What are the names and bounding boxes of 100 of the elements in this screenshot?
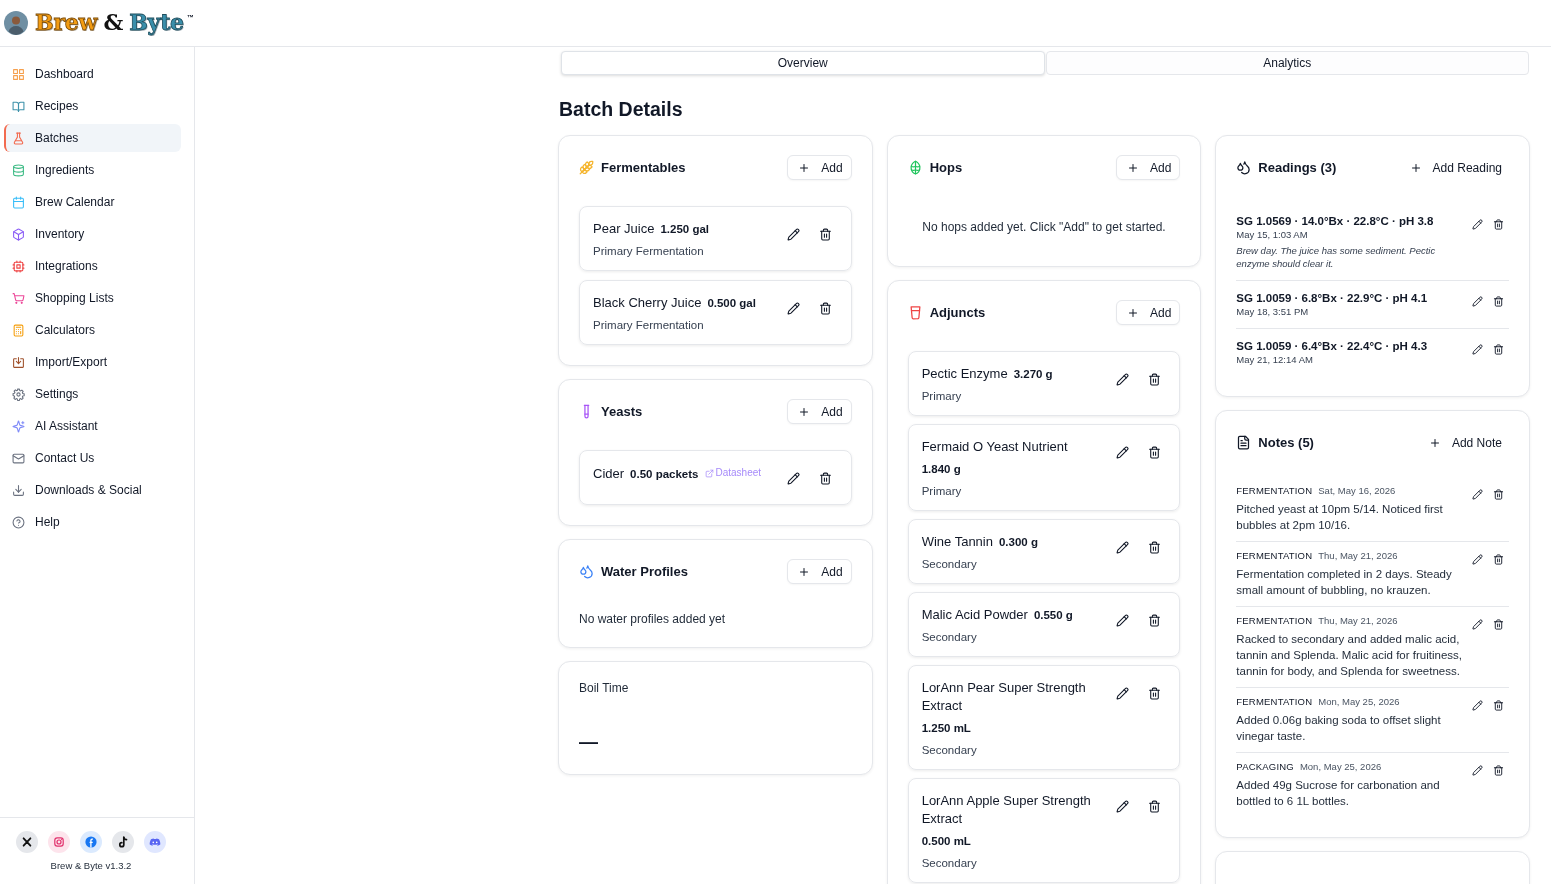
music-note-icon[interactable] (112, 831, 134, 853)
pencil-icon (1115, 686, 1129, 700)
box-icon (12, 227, 25, 241)
brand-logo: Brew & Byte$^{™}$ (35, 8, 194, 37)
envelope-icon (12, 451, 25, 465)
section-title: Fermentables (601, 160, 686, 175)
note-category: PACKAGING (1236, 760, 1294, 774)
section-title: Adjuncts (929, 305, 986, 320)
sidebar-item[interactable]: Batches (4, 124, 181, 152)
reading-time: May 21, 12:14 AM (1236, 354, 1313, 366)
section-title: Yeasts (601, 404, 643, 419)
pencil-icon (1115, 613, 1129, 627)
section-title: Water Profiles (601, 564, 688, 579)
sparkle-icon (12, 419, 25, 433)
pencil-icon (1115, 540, 1129, 554)
ingredient-stage: Secondary (921, 630, 977, 644)
reading-values: SG 1.0059 · 6.4°Bx · 22.4°C · pH 4.3 (1236, 339, 1428, 353)
ingredient-amount: 1.840 g (921, 462, 961, 477)
pencil-icon (1472, 553, 1484, 565)
add-reading-button[interactable]: Add Reading (1402, 155, 1509, 180)
sidebar-item[interactable]: Contact Us (4, 444, 181, 472)
pencil-icon (1472, 488, 1484, 500)
add-button[interactable]: Add (1115, 300, 1181, 325)
droplets-icon (1236, 160, 1252, 175)
pencil-icon (1472, 295, 1484, 307)
plus-icon (798, 565, 811, 578)
ingredient-stage: Secondary (921, 856, 977, 870)
camera-icon[interactable] (48, 831, 70, 853)
note-date: Mon, May 25, 2026 (1318, 695, 1400, 709)
empty-message: No water profiles added yet (579, 611, 726, 627)
note-text: Fermentation completed in 2 days. Steady small amount of bubbling, no krauzen. (1236, 567, 1453, 598)
ingredient-amount: 3.270 g (1013, 367, 1053, 382)
note-date: Sat, May 16, 2026 (1318, 484, 1396, 498)
note-category: FERMENTATION (1236, 484, 1313, 498)
note-date: Thu, May 21, 2026 (1318, 614, 1398, 628)
ingredient-amount: 0.550 g (1033, 608, 1073, 623)
wheat-icon (579, 160, 594, 175)
sidebar-item[interactable]: AI Assistant (4, 412, 181, 440)
pencil-icon (787, 227, 801, 241)
trash-icon (1493, 488, 1505, 500)
ingredient-name: Pear Juice (593, 220, 655, 238)
sidebar-item[interactable]: Integrations (4, 252, 181, 280)
pencil-icon (1472, 764, 1484, 776)
sidebar-item[interactable]: Calculators (4, 316, 181, 344)
note-text: Racked to secondary and added malic acid, tannin and Splenda. Malic acid for fruitiness, tannin for body, and Splenda for sweetness. (1236, 632, 1463, 679)
cart-icon (12, 291, 25, 305)
sidebar-item[interactable]: Ingredients (4, 156, 181, 184)
sidebar-item[interactable]: Shopping Lists (4, 284, 181, 312)
database-icon (12, 163, 25, 177)
note-text: Pitched yeast at 10pm 5/14. Noticed first bubbles at 2pm 10/16. (1236, 502, 1444, 533)
trash-icon (1493, 618, 1505, 630)
note-text: Added 0.06g baking soda to offset slight vinegar taste. (1236, 713, 1442, 744)
trash-icon (1493, 553, 1505, 565)
gear-icon (12, 387, 25, 401)
ingredient-name: Cider (593, 464, 625, 483)
trash-icon (1493, 764, 1505, 776)
tab[interactable]: Overview (561, 51, 1045, 75)
ingredient-name: Fermaid O Yeast Nutrient (921, 438, 1068, 456)
reading-note: Brew day. The juice has some sediment. Pectic enzyme should clear it. (1236, 244, 1437, 270)
add-button[interactable]: Add (787, 399, 852, 424)
trash-icon (819, 301, 833, 315)
ingredient-stage: Secondary (921, 743, 977, 757)
ingredient-name: LorAnn Apple Super Strength Extract (921, 792, 1092, 828)
boil-time-label: Boil Time (579, 681, 629, 695)
pencil-icon (787, 471, 801, 485)
open-book-icon (12, 99, 25, 113)
ingredient-name: Pectic Enzyme (921, 365, 1008, 383)
ingredient-amount: 0.500 gal (707, 296, 756, 311)
reading-values: SG 1.0059 · 6.8°Bx · 22.9°C · pH 4.1 (1236, 291, 1428, 305)
letter-x-icon[interactable] (16, 831, 38, 853)
pencil-icon (1472, 343, 1484, 355)
trash-icon (1147, 445, 1161, 459)
trash-icon (1493, 699, 1505, 711)
ingredient-name: Malic Acid Powder (921, 606, 1028, 624)
note-category: FERMENTATION (1236, 614, 1313, 628)
add-note-button[interactable]: Add Note (1421, 430, 1509, 455)
ingredient-amount: 1.250 mL (921, 721, 971, 736)
sidebar-item[interactable]: Inventory (4, 220, 181, 248)
external-link-icon (704, 468, 714, 478)
f-circle-icon[interactable] (80, 831, 102, 853)
grid-icon (12, 67, 25, 81)
sidebar-item[interactable]: Brew Calendar (4, 188, 181, 216)
sidebar-item[interactable]: Dashboard (4, 60, 181, 88)
ingredient-name: LorAnn Pear Super Strength Extract (921, 679, 1087, 715)
sidebar-item[interactable]: Downloads & Social (4, 476, 181, 504)
tab[interactable]: Analytics (1045, 51, 1529, 75)
add-button[interactable]: Add (787, 155, 852, 180)
add-button[interactable]: Add (1115, 155, 1181, 180)
reading-time: May 18, 3:51 PM (1236, 306, 1309, 318)
game-controller-icon[interactable] (144, 831, 166, 853)
ingredient-name: Wine Tannin (921, 533, 993, 551)
sidebar-item[interactable]: Help (4, 508, 181, 536)
pencil-icon (1115, 445, 1129, 459)
sidebar-item[interactable]: Import/Export (4, 348, 181, 376)
pencil-icon (1472, 699, 1484, 711)
section-title: Notes (5) (1258, 435, 1314, 450)
note-category: FERMENTATION (1236, 695, 1313, 709)
sidebar-item[interactable]: Recipes (4, 92, 181, 120)
add-button[interactable]: Add (787, 559, 852, 584)
sidebar-item[interactable]: Settings (4, 380, 181, 408)
